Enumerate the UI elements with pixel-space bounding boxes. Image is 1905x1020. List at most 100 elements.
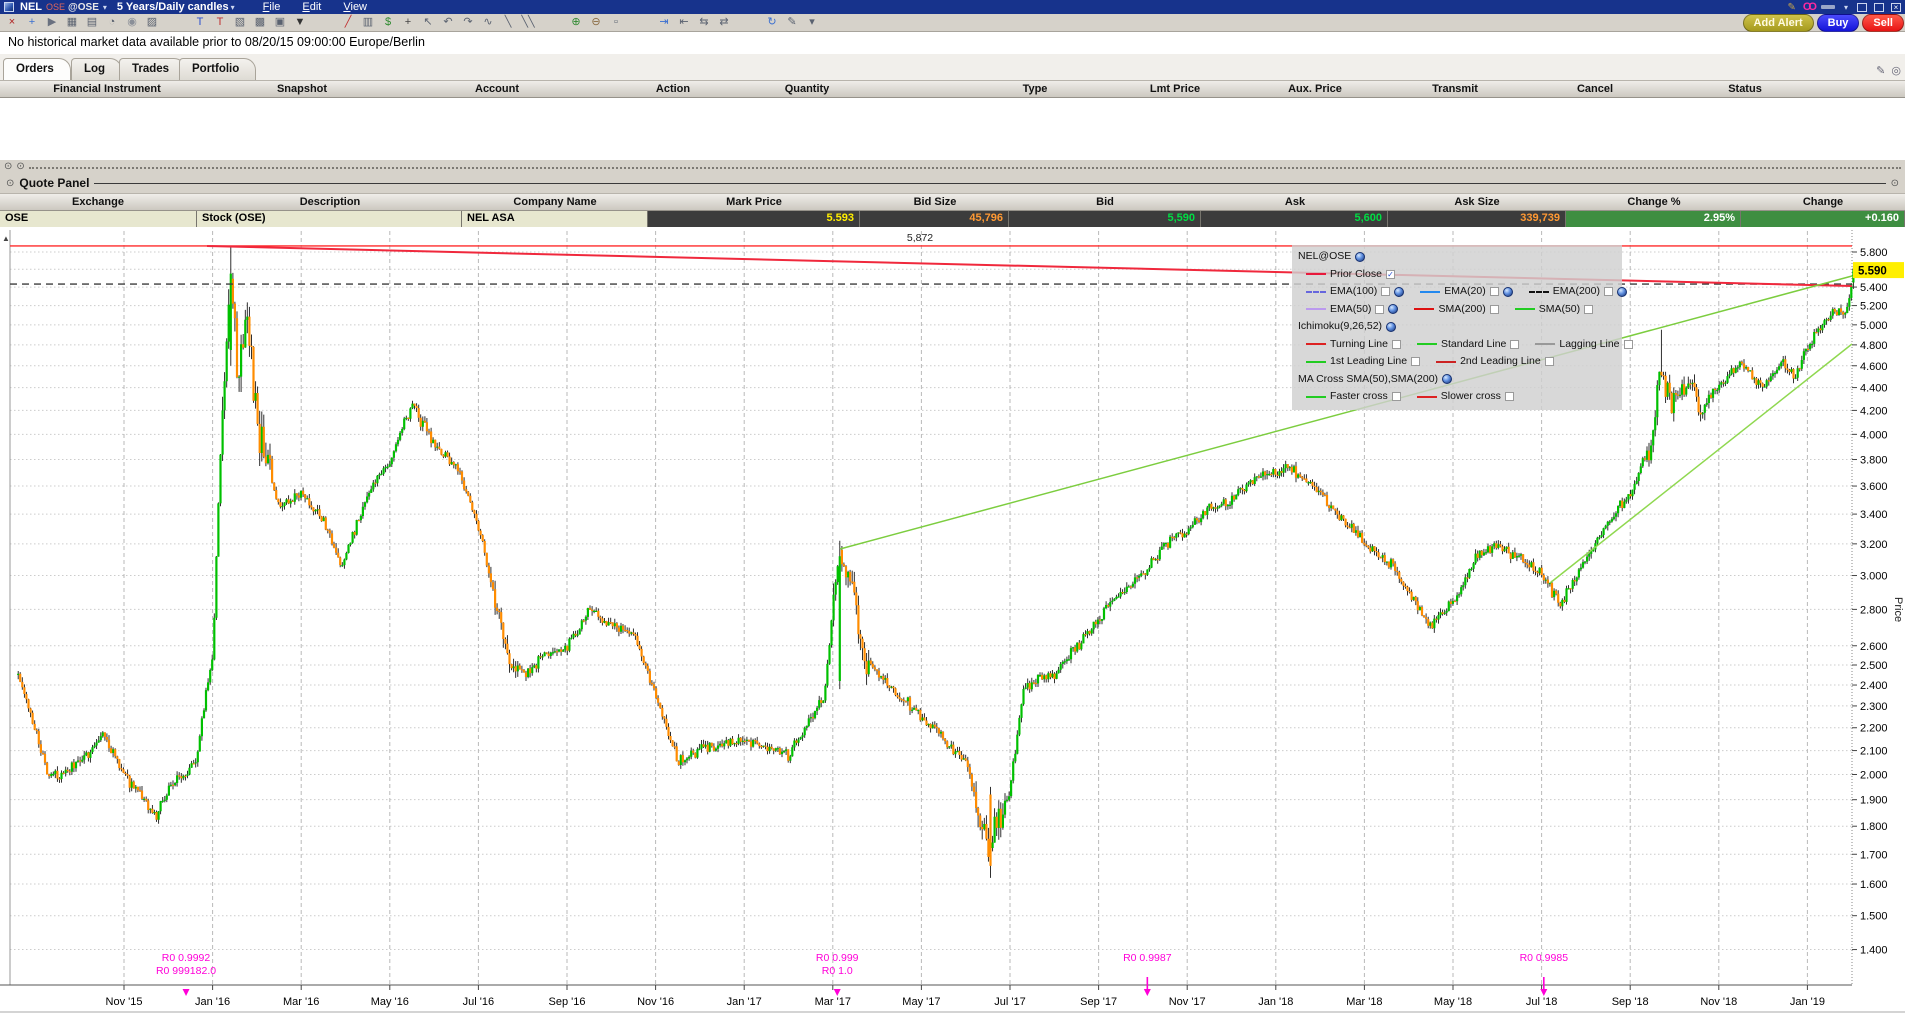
zoom-out-icon[interactable]: ⊖ <box>587 14 605 31</box>
print-icon[interactable]: ▤ <box>83 14 101 31</box>
draw-line-icon[interactable]: ╱ <box>339 14 357 31</box>
quote-col-company-name[interactable]: Company Name <box>513 196 596 208</box>
orders-col-type[interactable]: Type <box>1023 83 1048 95</box>
dollar-icon[interactable]: $ <box>379 14 397 31</box>
mark-price-cell[interactable]: 5.593 <box>648 211 860 227</box>
timeframe-selector[interactable]: 5 Years/Daily candles <box>117 1 229 13</box>
zoom-in-icon[interactable]: ⊕ <box>567 14 585 31</box>
quote-col-mark-price[interactable]: Mark Price <box>726 196 782 208</box>
pan-end-icon[interactable]: ⇥ <box>655 14 673 31</box>
legend-checkbox[interactable] <box>1624 340 1633 349</box>
target-icon[interactable]: ◎ <box>1891 64 1901 77</box>
close-icon[interactable]: × <box>3 14 21 31</box>
parallel-lines-icon[interactable]: ╲╲ <box>519 14 537 31</box>
legend-checkbox[interactable] <box>1392 340 1401 349</box>
text-red-icon[interactable]: T <box>211 14 229 31</box>
quote-col-change[interactable]: Change <box>1803 196 1843 208</box>
orders-col-transmit[interactable]: Transmit <box>1432 83 1478 95</box>
quote-col-description[interactable]: Description <box>300 196 361 208</box>
orders-col-status[interactable]: Status <box>1728 83 1762 95</box>
orders-col-cancel[interactable]: Cancel <box>1577 83 1613 95</box>
description-cell[interactable]: Stock (OSE) <box>197 211 462 227</box>
region-select-icon[interactable]: ▫ <box>607 14 625 31</box>
buy-button[interactable]: Buy <box>1817 14 1860 32</box>
settings-pencil-icon[interactable]: ✎ <box>783 14 801 31</box>
menu-view[interactable]: View <box>343 1 367 13</box>
legend-checkbox[interactable] <box>1490 287 1499 296</box>
bid-cell[interactable]: 5,590 <box>1009 211 1201 227</box>
close-button[interactable]: × <box>1891 3 1901 12</box>
change-cell[interactable]: +0.160 <box>1741 211 1905 227</box>
maximize-button[interactable] <box>1874 3 1884 12</box>
legend-checkbox[interactable] <box>1510 340 1519 349</box>
crosshair-icon[interactable]: + <box>23 14 41 31</box>
globe-icon[interactable] <box>1503 287 1513 297</box>
chevron-down-icon[interactable]: ▾ <box>231 3 235 12</box>
tab-orders[interactable]: Orders <box>3 58 71 80</box>
snapshot-icon[interactable]: ▨ <box>143 14 161 31</box>
minimize-button[interactable] <box>1857 3 1867 12</box>
orders-col-account[interactable]: Account <box>475 83 519 95</box>
refresh-icon[interactable]: ↻ <box>763 14 781 31</box>
quote-col-ask[interactable]: Ask <box>1285 196 1305 208</box>
fit-all-icon[interactable]: ⇄ <box>715 14 733 31</box>
quote-col-ask-size[interactable]: Ask Size <box>1454 196 1499 208</box>
chevron-down-icon[interactable]: ▾ <box>1844 3 1848 12</box>
menu-file[interactable]: File <box>263 1 281 13</box>
panel-menu-icon[interactable]: ⊙ <box>1891 178 1899 189</box>
more-dropdown-icon[interactable]: ▾ <box>803 14 821 31</box>
cursor-icon[interactable]: ▶ <box>43 14 61 31</box>
chart-grid-icon[interactable]: ▩ <box>251 14 269 31</box>
menu-edit[interactable]: Edit <box>302 1 321 13</box>
candlestick-chart[interactable]: ▲5,8725.8005.6005.4005.2005.0004.8004.60… <box>0 227 1905 1020</box>
legend-checkbox[interactable] <box>1545 357 1554 366</box>
collapse-down-icon[interactable]: ⊙ <box>16 161 24 172</box>
orders-col-aux-price[interactable]: Aux. Price <box>1288 83 1342 95</box>
globe-icon[interactable] <box>1355 252 1365 262</box>
orders-col-financial-instrument[interactable]: Financial Instrument <box>53 83 161 95</box>
bar-chart-icon[interactable]: ▥ <box>359 14 377 31</box>
select-region-icon[interactable]: ▣ <box>271 14 289 31</box>
quote-col-bid-size[interactable]: Bid Size <box>914 196 957 208</box>
redo-icon[interactable]: ↷ <box>459 14 477 31</box>
record-icon[interactable]: ◉ <box>123 14 141 31</box>
grid-icon[interactable]: ▦ <box>63 14 81 31</box>
splitter-handle[interactable] <box>29 167 1901 169</box>
pointer-arrow-icon[interactable]: ↖ <box>419 14 437 31</box>
quote-col-change-[interactable]: Change % <box>1627 196 1680 208</box>
orders-col-action[interactable]: Action <box>656 83 690 95</box>
wrench-icon[interactable]: ✎ <box>1787 2 1795 13</box>
legend-checkbox[interactable]: ✓ <box>1386 270 1395 279</box>
legend-checkbox[interactable] <box>1411 357 1420 366</box>
legend-checkbox[interactable] <box>1604 287 1613 296</box>
contract-selector[interactable]: @OSE <box>68 2 99 13</box>
tab-portfolio[interactable]: Portfolio <box>179 58 256 80</box>
legend-checkbox[interactable] <box>1490 305 1499 314</box>
trend-curve-icon[interactable]: ∿ <box>479 14 497 31</box>
exchange-cell[interactable]: OSE <box>0 211 197 227</box>
globe-icon[interactable] <box>1617 287 1627 297</box>
undo-icon[interactable]: ↶ <box>439 14 457 31</box>
sell-button[interactable]: Sell <box>1862 14 1904 32</box>
change-pct-cell[interactable]: 2.95% <box>1566 211 1741 227</box>
tab-trades[interactable]: Trades <box>119 58 186 80</box>
pin-icon[interactable] <box>1821 5 1835 9</box>
panel-splitter[interactable]: ⊙ ⊙ <box>0 160 1905 173</box>
pan-start-icon[interactable]: ⇤ <box>675 14 693 31</box>
tab-log[interactable]: Log <box>71 58 122 80</box>
orders-col-lmt-price[interactable]: Lmt Price <box>1150 83 1200 95</box>
orders-table-body[interactable] <box>0 98 1905 160</box>
chevron-down-icon[interactable]: ▾ <box>103 3 107 12</box>
quote-col-exchange[interactable]: Exchange <box>72 196 124 208</box>
legend-checkbox[interactable] <box>1381 287 1390 296</box>
legend-checkbox[interactable] <box>1505 392 1514 401</box>
add-alert-button[interactable]: Add Alert <box>1743 14 1814 32</box>
pie-chart-icon[interactable]: ◔ <box>103 14 121 31</box>
chart-area-icon[interactable]: ▧ <box>231 14 249 31</box>
bid-size-cell[interactable]: 45,796 <box>860 211 1009 227</box>
legend-checkbox[interactable] <box>1375 305 1384 314</box>
quote-col-bid[interactable]: Bid <box>1096 196 1114 208</box>
edit-layout-icon[interactable]: ✎ <box>1876 64 1885 77</box>
trendline-icon[interactable]: ╲ <box>499 14 517 31</box>
globe-icon[interactable] <box>1394 287 1404 297</box>
